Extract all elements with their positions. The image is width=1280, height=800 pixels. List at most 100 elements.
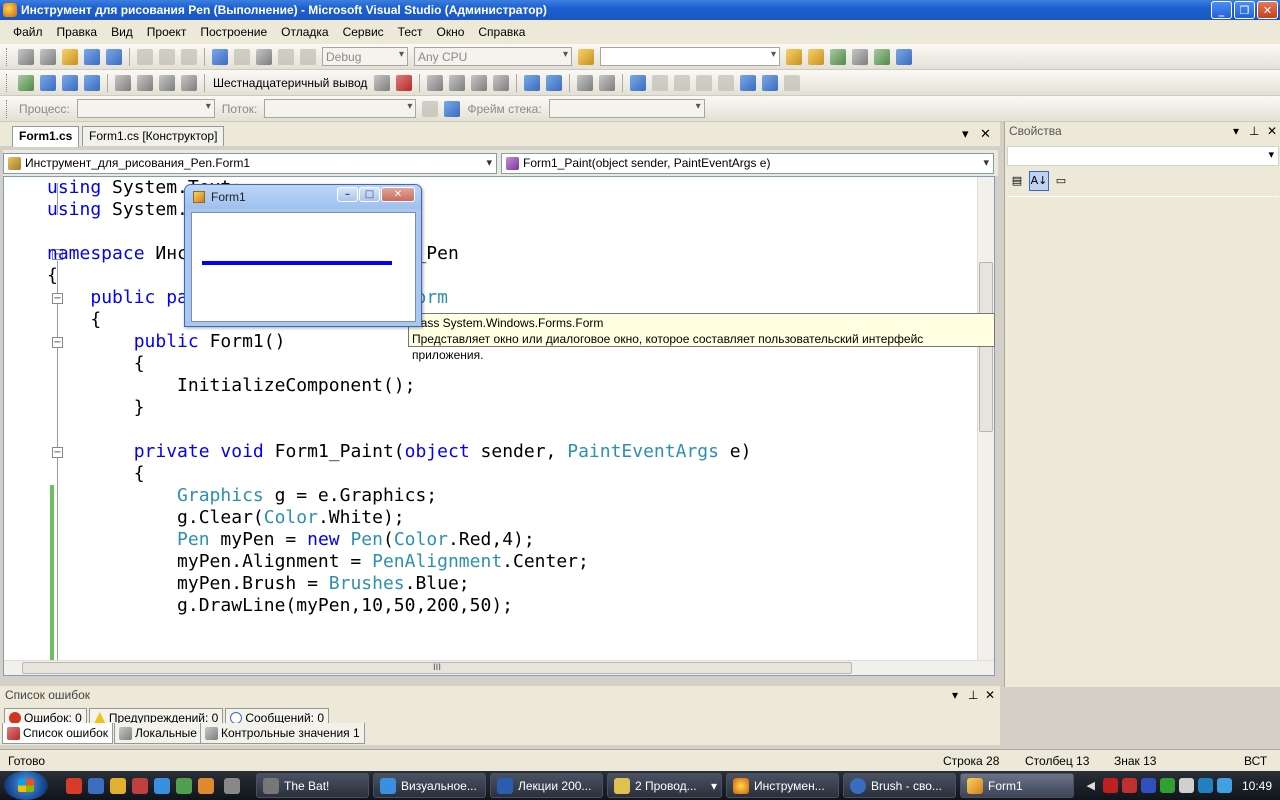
bookmark-icon[interactable] [630, 74, 647, 91]
text-editor-icon-1[interactable] [427, 74, 444, 91]
properties-window-icon[interactable] [808, 48, 824, 65]
tray-icon-4[interactable] [1159, 778, 1175, 793]
close-document-icon[interactable]: ✕ [980, 126, 991, 142]
filter-threads-icon[interactable] [422, 100, 439, 117]
undo-icon[interactable] [212, 48, 228, 65]
comment-icon[interactable] [577, 74, 594, 91]
uncomment-icon[interactable] [599, 74, 616, 91]
find-combo[interactable] [600, 47, 780, 66]
categorized-icon[interactable]: ▤ [1007, 171, 1027, 191]
panel-close-icon[interactable]: ✕ [1267, 124, 1277, 138]
step-out-icon[interactable] [181, 74, 197, 91]
ati-icon[interactable] [1102, 778, 1118, 793]
quicklaunch-icon-7[interactable] [198, 778, 214, 794]
task-lectures[interactable]: Лекции 200... [490, 773, 603, 798]
find-in-files-icon[interactable] [578, 48, 594, 65]
outdent-icon[interactable] [524, 74, 541, 91]
continue-icon[interactable] [18, 74, 34, 91]
task-form1[interactable]: Form1 [960, 773, 1074, 798]
group-dropdown-icon[interactable]: ▾ [711, 779, 717, 793]
vertical-scrollbar[interactable] [977, 177, 994, 662]
command-window-icon[interactable] [896, 48, 912, 65]
save-icon[interactable] [84, 48, 100, 65]
hex-icon[interactable] [374, 74, 391, 91]
horizontal-scroll-thumb[interactable]: III [22, 662, 852, 674]
add-item-icon[interactable] [40, 48, 56, 65]
save-all-icon[interactable] [106, 48, 122, 65]
form1-maximize-button[interactable]: □ [359, 187, 380, 202]
text-editor-icon-3[interactable] [471, 74, 488, 91]
toolbar-grip[interactable] [6, 73, 9, 92]
configuration-combo[interactable]: Debug [322, 47, 408, 66]
object-browser-icon[interactable] [830, 48, 846, 65]
redo-icon[interactable] [234, 48, 250, 65]
quicklaunch-icon-2[interactable] [88, 778, 104, 794]
quicklaunch-icon-3[interactable] [110, 778, 126, 794]
start-debug-icon[interactable] [300, 48, 316, 65]
toolbar-grip[interactable] [6, 47, 9, 66]
navigate-forward-icon[interactable] [278, 48, 294, 65]
quicklaunch-icon-6[interactable] [176, 778, 192, 794]
tab-locals[interactable]: Локальные [114, 723, 202, 744]
tab-error-list[interactable]: Список ошибок [2, 723, 114, 744]
panel-dropdown-icon[interactable]: ▾ [952, 688, 958, 702]
tab-dropdown-icon[interactable]: ▾ [962, 126, 969, 142]
quicklaunch-icon-4[interactable] [132, 778, 148, 794]
clear-bookmarks-icon[interactable] [784, 74, 801, 91]
network-x-icon[interactable] [1121, 778, 1137, 793]
menu-test[interactable]: Тест [391, 23, 430, 41]
pin-icon[interactable]: ⊥ [968, 688, 978, 702]
tab-form1-cs[interactable]: Form1.cs [12, 126, 80, 147]
type-combo[interactable]: Инструмент_для_рисования_Pen.Form1 [3, 152, 497, 174]
menu-help[interactable]: Справка [471, 23, 532, 41]
toolbar-grip[interactable] [6, 99, 9, 118]
solution-explorer-icon[interactable] [786, 48, 802, 65]
restore-button[interactable]: ❐ [1234, 1, 1255, 19]
prev-bookmark-doc-icon[interactable] [740, 74, 757, 91]
text-editor-icon-2[interactable] [449, 74, 466, 91]
tray-expand-icon[interactable]: ◀ [1087, 779, 1095, 792]
form1-close-button[interactable]: ✕ [381, 187, 415, 202]
quicklaunch-icon-1[interactable] [66, 778, 82, 794]
next-bookmark-folder-icon[interactable] [718, 74, 735, 91]
task-help-brush[interactable]: Brush - сво... [843, 773, 956, 798]
start-button[interactable] [4, 771, 48, 800]
copy-icon[interactable] [159, 48, 175, 65]
next-bookmark-doc-icon[interactable] [762, 74, 779, 91]
paste-icon[interactable] [181, 48, 197, 65]
toolbox-icon[interactable] [852, 48, 868, 65]
new-project-icon[interactable] [18, 48, 34, 65]
property-pages-icon[interactable]: ▭ [1051, 171, 1071, 191]
close-button[interactable]: ✕ [1257, 1, 1278, 19]
tab-form1-designer[interactable]: Form1.cs [Конструктор] [82, 126, 225, 146]
tray-icon-6[interactable] [1197, 778, 1213, 793]
pin-icon[interactable]: ⊥ [1249, 124, 1259, 138]
menu-debug[interactable]: Отладка [274, 23, 335, 41]
form1-title-bar[interactable]: Form1 – □ ✕ [185, 185, 421, 209]
navigate-back-icon[interactable] [256, 48, 272, 65]
task-the-bat[interactable]: The Bat! [256, 773, 369, 798]
form1-minimize-button[interactable]: – [337, 187, 358, 202]
start-page-icon[interactable] [874, 48, 890, 65]
form1-window[interactable]: Form1 – □ ✕ [184, 184, 422, 327]
menu-file[interactable]: Файл [6, 23, 50, 41]
prev-bookmark-icon[interactable] [652, 74, 669, 91]
menu-view[interactable]: Вид [104, 23, 140, 41]
member-combo[interactable]: Form1_Paint(object sender, PaintEventArg… [501, 152, 994, 174]
thread-combo[interactable] [264, 99, 417, 118]
restart-icon[interactable] [84, 74, 100, 91]
code-editor[interactable]: − − − − using System.Text; using System.… [3, 176, 995, 676]
open-file-icon[interactable] [62, 48, 78, 65]
stop-debugging-icon[interactable] [62, 74, 78, 91]
object-selector-combo[interactable] [1007, 146, 1279, 166]
properties-grid[interactable] [1007, 196, 1279, 686]
process-combo[interactable] [76, 99, 215, 118]
platform-combo[interactable]: Any CPU [414, 47, 572, 66]
break-all-icon[interactable] [40, 74, 56, 91]
indent-icon[interactable] [546, 74, 563, 91]
flag-thread-icon[interactable] [444, 100, 461, 117]
breakpoints-icon[interactable] [396, 74, 413, 91]
next-bookmark-icon[interactable] [674, 74, 691, 91]
tray-icon-7[interactable] [1216, 778, 1232, 793]
menu-build[interactable]: Построение [193, 23, 274, 41]
